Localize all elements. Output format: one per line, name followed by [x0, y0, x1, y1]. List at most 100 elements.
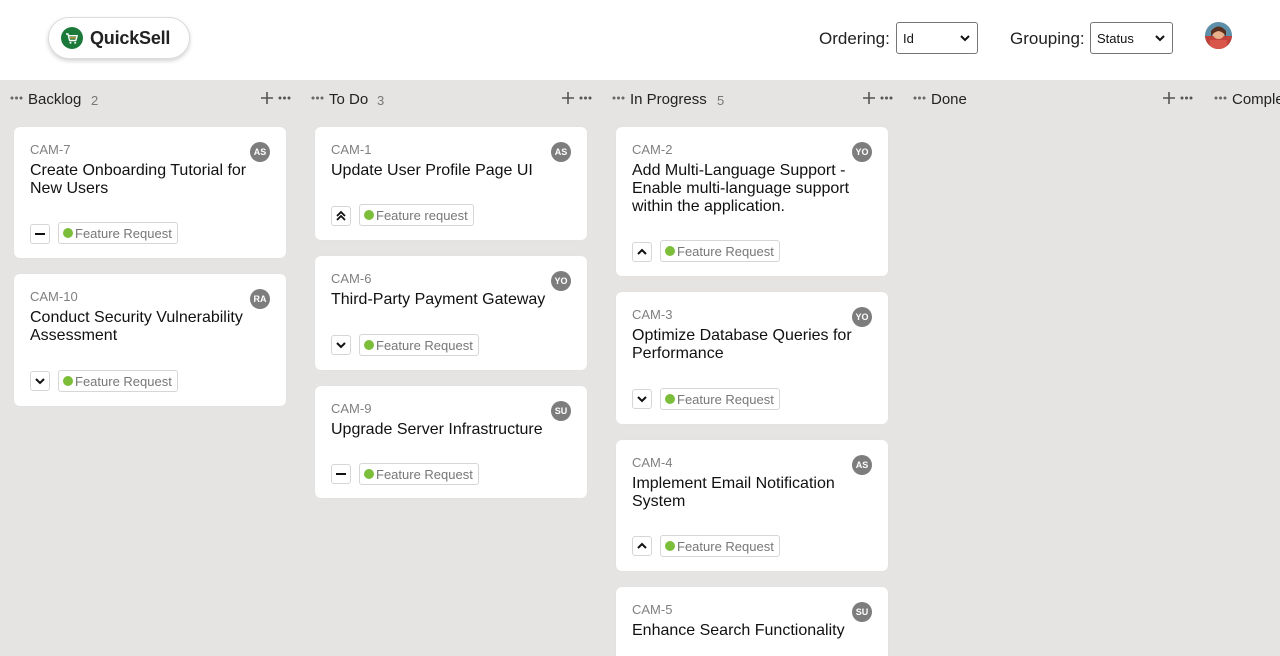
ticket-card[interactable]: CAM-2 YO Add Multi-Language Support - En… [616, 127, 888, 276]
priority-button[interactable] [30, 224, 50, 244]
high-priority-icon [637, 248, 647, 255]
tag-dot-icon [63, 376, 73, 386]
ticket-id: CAM-10 [30, 289, 78, 304]
assignee-avatar: SU [852, 602, 872, 622]
ticket-title: Add Multi-Language Support - Enable mult… [632, 162, 850, 215]
priority-button[interactable] [632, 242, 652, 262]
priority-button[interactable] [331, 464, 351, 484]
column-title: To Do [329, 91, 369, 108]
ticket-card[interactable]: CAM-4 AS Implement Email Notification Sy… [616, 440, 888, 571]
ticket-card[interactable]: CAM-6 YO Third-Party Payment Gateway Fea… [315, 256, 587, 370]
priority-button[interactable] [632, 389, 652, 409]
tag-dot-icon [364, 210, 374, 220]
more-options-icon[interactable] [1180, 93, 1193, 103]
ticket-card[interactable]: CAM-7 AS Create Onboarding Tutorial for … [14, 127, 286, 258]
ticket-id: CAM-4 [632, 455, 673, 470]
ticket-id: CAM-3 [632, 307, 673, 322]
column-count: 3 [377, 93, 385, 108]
assignee-avatar: RA [250, 289, 270, 309]
tag-dot-icon [665, 394, 675, 404]
ticket-card[interactable]: CAM-5 SU Enhance Search Functionality [616, 587, 888, 656]
column-header-in-progress: In Progress 5 [612, 89, 894, 111]
ticket-title: Optimize Database Queries for Performanc… [632, 327, 852, 362]
tag-dot-icon [63, 228, 73, 238]
more-options-icon[interactable] [880, 93, 893, 103]
quicksell-cart-icon [61, 27, 83, 49]
assignee-avatar: YO [551, 271, 571, 291]
grouping-value: Status [1097, 30, 1134, 46]
add-icon[interactable] [261, 92, 273, 104]
ticket-id: CAM-9 [331, 401, 372, 416]
priority-button[interactable] [331, 335, 351, 355]
column-title: Done [931, 91, 967, 108]
chevron-down-icon [960, 35, 970, 42]
add-icon[interactable] [562, 92, 574, 104]
no-priority-icon [35, 233, 45, 235]
top-bar: QuickSell Ordering: Id Grouping: Status [0, 0, 1280, 80]
tag-label: Feature Request [677, 391, 774, 407]
column-title: Backlog [28, 91, 82, 108]
no-priority-icon [336, 473, 346, 475]
ticket-title: Enhance Search Functionality [632, 622, 845, 639]
feature-tag: Feature Request [58, 222, 178, 244]
backlog-icon [10, 96, 23, 100]
grouping-label: Grouping: [1010, 29, 1085, 48]
low-priority-icon [336, 342, 346, 349]
tag-label: Feature Request [677, 243, 774, 259]
tag-dot-icon [364, 340, 374, 350]
ordering-select[interactable]: Id [896, 22, 978, 54]
column-header-backlog: Backlog 2 [10, 89, 292, 111]
assignee-avatar: AS [852, 455, 872, 475]
column-count: 2 [91, 93, 99, 108]
ticket-id: CAM-5 [632, 602, 673, 617]
feature-tag: Feature request [359, 204, 474, 226]
assignee-avatar: AS [551, 142, 571, 162]
tag-dot-icon [665, 246, 675, 256]
priority-button[interactable] [331, 206, 351, 226]
ticket-title: Upgrade Server Infrastructure [331, 421, 543, 438]
add-icon[interactable] [1163, 92, 1175, 104]
tag-label: Feature Request [75, 225, 172, 241]
ticket-title: Implement Email Notification System [632, 475, 835, 510]
feature-tag: Feature Request [660, 535, 780, 557]
high-priority-icon [637, 542, 647, 549]
ticket-card[interactable]: CAM-9 SU Upgrade Server Infrastructure F… [315, 386, 587, 498]
feature-tag: Feature Request [359, 463, 479, 485]
priority-button[interactable] [632, 536, 652, 556]
ticket-card[interactable]: CAM-3 YO Optimize Database Queries for P… [616, 292, 888, 424]
user-avatar[interactable] [1205, 22, 1232, 49]
column-count: 5 [717, 93, 725, 108]
done-icon [913, 96, 926, 100]
feature-tag: Feature Request [359, 334, 479, 356]
completed-icon [1214, 96, 1227, 100]
column-header-todo: To Do 3 [311, 89, 593, 111]
column-title: Comple [1232, 91, 1280, 108]
tag-label: Feature Request [376, 466, 473, 482]
grouping-select[interactable]: Status [1090, 22, 1173, 54]
tag-dot-icon [364, 469, 374, 479]
ordering-label: Ordering: [819, 29, 890, 48]
priority-button[interactable] [30, 371, 50, 391]
assignee-avatar: YO [852, 142, 872, 162]
ticket-id: CAM-7 [30, 142, 71, 157]
ticket-id: CAM-6 [331, 271, 372, 286]
more-options-icon[interactable] [278, 93, 291, 103]
column-title: In Progress [630, 91, 707, 108]
ticket-title: Conduct Security Vulnerability Assessmen… [30, 309, 243, 344]
assignee-avatar: SU [551, 401, 571, 421]
ticket-id: CAM-2 [632, 142, 673, 157]
ticket-card[interactable]: CAM-10 RA Conduct Security Vulnerability… [14, 274, 286, 406]
low-priority-icon [637, 396, 647, 403]
tag-label: Feature Request [376, 337, 473, 353]
feature-tag: Feature Request [660, 240, 780, 262]
tag-label: Feature Request [75, 373, 172, 389]
tag-label: Feature Request [677, 538, 774, 554]
logo-text: QuickSell [90, 27, 171, 48]
ticket-card[interactable]: CAM-1 AS Update User Profile Page UI Fea… [315, 127, 587, 240]
add-icon[interactable] [863, 92, 875, 104]
feature-tag: Feature Request [660, 388, 780, 410]
column-header-done: Done [913, 89, 1195, 111]
quicksell-logo[interactable]: QuickSell [48, 17, 190, 59]
todo-icon [311, 96, 324, 100]
more-options-icon[interactable] [579, 93, 592, 103]
